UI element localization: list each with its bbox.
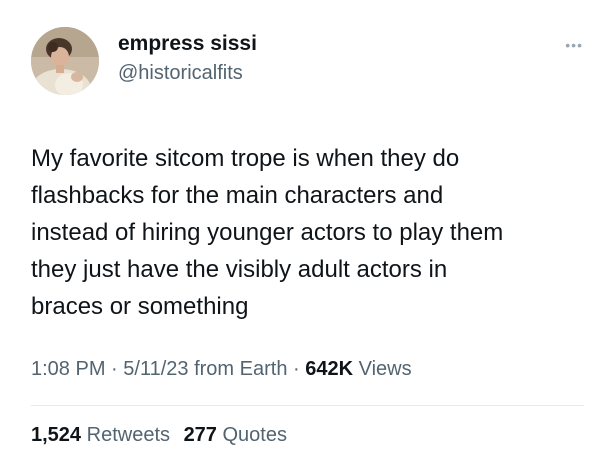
tweet-text-line: they just have the visibly adult actors …: [31, 256, 448, 283]
retweets-stat[interactable]: 1,524 Retweets: [31, 424, 176, 446]
tweet-text-line: flashbacks for the main characters and: [31, 182, 444, 209]
tweet-text-line: My favorite sitcom trope is when they do: [31, 145, 460, 172]
retweets-count: 1,524: [31, 424, 82, 446]
meta-separator: ·: [293, 358, 300, 380]
author-avatar[interactable]: [31, 27, 99, 95]
quotes-count: 277: [183, 424, 217, 446]
tweet-text-line: instead of hiring younger actors to play…: [31, 219, 504, 246]
tweet-text: My favorite sitcom trope is when they do…: [31, 140, 576, 325]
author-display-name[interactable]: empress sissi: [118, 32, 257, 56]
avatar-portrait-icon: [31, 27, 99, 95]
tweet-meta: 1:08 PM · 5/11/23 from Earth · 642K View…: [31, 358, 412, 381]
tweet-card: empress sissi @historicalfits ••• My fav…: [0, 0, 600, 468]
tweet-date[interactable]: 5/11/23: [123, 358, 188, 380]
quotes-stat[interactable]: 277 Quotes: [184, 424, 287, 446]
meta-separator: ·: [111, 358, 118, 380]
views-label: Views: [358, 358, 412, 380]
views-count: 642K: [305, 358, 354, 380]
tweet-source: from Earth: [194, 358, 288, 380]
retweets-label: Retweets: [86, 424, 170, 446]
more-options-icon[interactable]: •••: [565, 38, 583, 52]
tweet-time[interactable]: 1:08 PM: [31, 358, 105, 380]
tweet-text-line: braces or something: [31, 293, 249, 320]
quotes-label: Quotes: [222, 424, 287, 446]
engagement-stats: 1,524 Retweets 277 Quotes: [31, 424, 287, 447]
divider: [31, 405, 584, 406]
author-handle[interactable]: @historicalfits: [118, 62, 243, 85]
